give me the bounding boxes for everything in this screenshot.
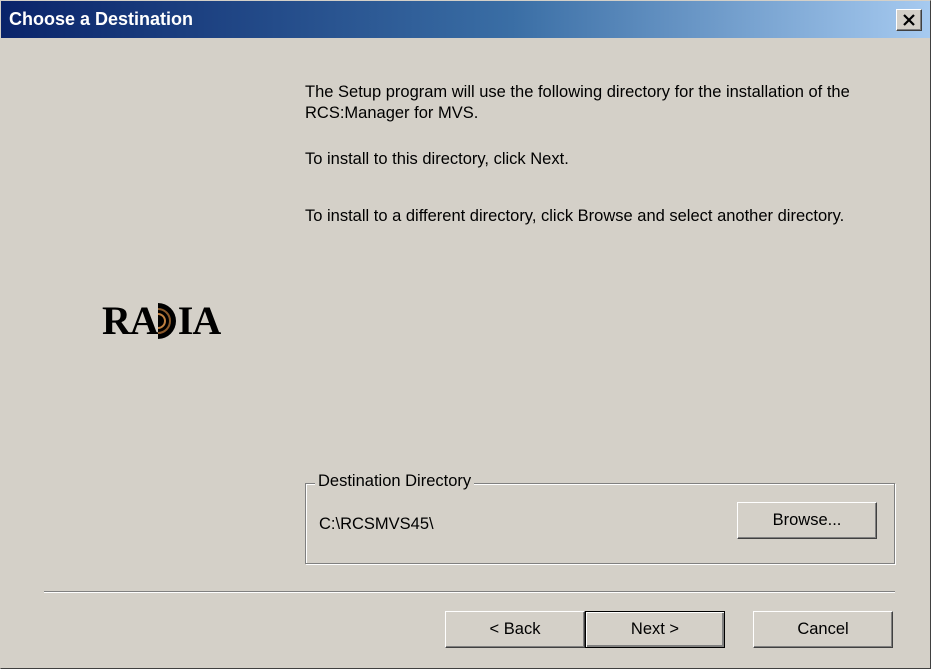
browse-button[interactable]: Browse... bbox=[737, 502, 877, 539]
intro-text: The Setup program will use the following… bbox=[305, 83, 850, 122]
title-bar[interactable]: Choose a Destination bbox=[1, 1, 930, 38]
cancel-button[interactable]: Cancel bbox=[753, 611, 893, 648]
back-button[interactable]: < Back bbox=[445, 611, 585, 648]
close-button[interactable] bbox=[896, 9, 922, 31]
radia-logo-mark-icon bbox=[157, 303, 176, 339]
next-instruction-text: To install to this directory, click Next… bbox=[305, 150, 569, 168]
radia-logo: RA IA bbox=[102, 298, 221, 343]
destination-path: C:\RCSMVS45\ bbox=[319, 515, 434, 533]
next-button[interactable]: Next > bbox=[585, 611, 725, 648]
button-separator bbox=[44, 591, 895, 593]
dialog-title: Choose a Destination bbox=[9, 9, 194, 29]
browse-instruction-text: To install to a different directory, cli… bbox=[305, 207, 845, 225]
setup-dialog: Choose a Destination The Setup program w… bbox=[0, 0, 931, 669]
destination-directory-label: Destination Directory bbox=[315, 472, 475, 491]
close-icon bbox=[903, 14, 915, 26]
